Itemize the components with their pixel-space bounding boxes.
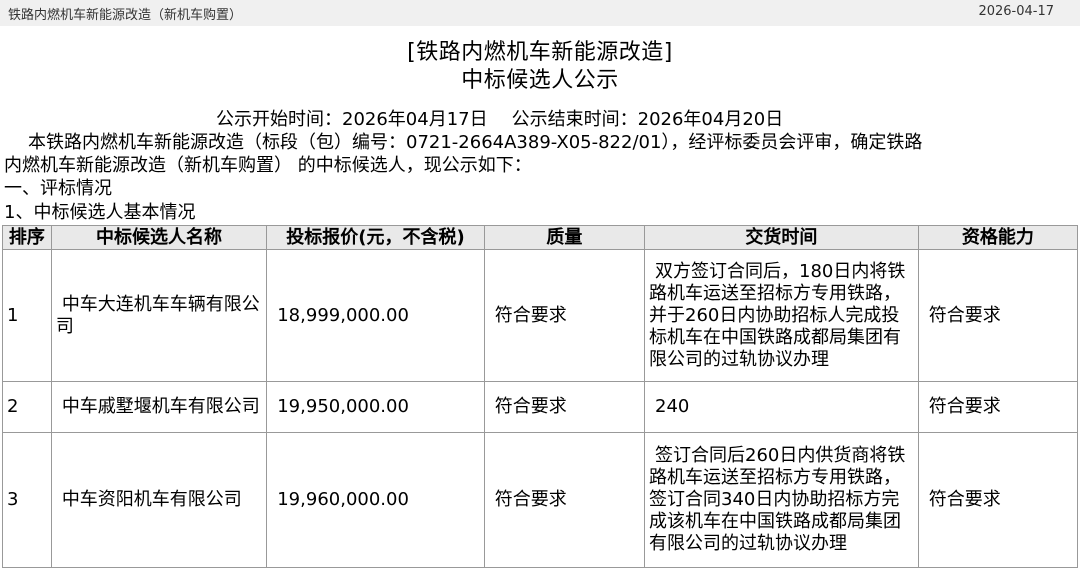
breadcrumb[interactable]: 铁路内燃机车新能源改造（新机车购置） (8, 4, 242, 23)
subsection-heading: 1、中标候选人基本情况 (4, 202, 196, 223)
header-name: 中标候选人名称 (50, 225, 268, 250)
cell-rank: 3 (2, 432, 52, 568)
intro-line-1: 本铁路内燃机车新能源改造（标段（包）编号：0721-2664A389-X05-8… (28, 132, 923, 153)
start-time: 公示开始时间：2026年04月17日 (216, 109, 488, 130)
end-time: 公示结束时间：2026年04月20日 (511, 109, 784, 130)
top-bar: 铁路内燃机车新能源改造（新机车购置） 2026-04-17 (0, 0, 1080, 26)
table-row: 1 中车大连机车车辆有限公司 18,999,000.00 符合要求 双方签订合同… (2, 249, 1079, 382)
section-heading: 一、评标情况 (4, 178, 112, 199)
header-delivery: 交货时间 (644, 225, 919, 250)
announcement-times: 公示开始时间：2026年04月17日 公示结束时间：2026年04月20日 (216, 109, 783, 131)
header-quality: 质量 (483, 225, 646, 250)
cell-capability: 符合要求 (917, 249, 1079, 382)
table-header-row: 排序 中标候选人名称 投标报价(元，不含税) 质量 交货时间 资格能力 (2, 225, 1079, 250)
cell-delivery: 双方签订合同后，180日内将铁路机车运送至招标方专用铁路，并于260日内协助招标… (644, 249, 919, 382)
cell-quality: 符合要求 (483, 249, 646, 382)
publish-date: 2026-04-17 (978, 4, 1054, 19)
cell-price: 19,960,000.00 (266, 432, 485, 568)
cell-name: 中车资阳机车有限公司 (50, 432, 268, 568)
cell-rank: 2 (2, 381, 52, 433)
page-subtitle: 中标候选人公示 (461, 68, 619, 93)
page-title: [铁路内燃机车新能源改造] (407, 40, 673, 65)
header-capability: 资格能力 (917, 225, 1079, 250)
cell-quality: 符合要求 (483, 381, 646, 433)
table-row: 3 中车资阳机车有限公司 19,960,000.00 符合要求 签订合同后260… (2, 432, 1079, 568)
cell-capability: 符合要求 (917, 381, 1079, 433)
candidates-table: 排序 中标候选人名称 投标报价(元，不含税) 质量 交货时间 资格能力 1 中车… (2, 225, 1079, 568)
cell-rank: 1 (2, 249, 52, 382)
table-row: 2 中车戚墅堰机车有限公司 19,950,000.00 符合要求 240 符合要… (2, 381, 1079, 433)
cell-price: 18,999,000.00 (266, 249, 485, 382)
cell-capability: 符合要求 (917, 432, 1079, 568)
cell-delivery: 240 (644, 381, 919, 433)
cell-name: 中车大连机车车辆有限公司 (50, 249, 268, 382)
cell-price: 19,950,000.00 (266, 381, 485, 433)
intro-line-2: 内燃机车新能源改造（新机车购置） 的中标候选人，现公示如下： (4, 155, 532, 176)
header-rank: 排序 (2, 225, 52, 250)
cell-name: 中车戚墅堰机车有限公司 (50, 381, 268, 433)
cell-delivery: 签订合同后260日内供货商将铁路机车运送至招标方专用铁路，签订合同340日内协助… (644, 432, 919, 568)
cell-quality: 符合要求 (483, 432, 646, 568)
header-price: 投标报价(元，不含税) (266, 225, 485, 250)
